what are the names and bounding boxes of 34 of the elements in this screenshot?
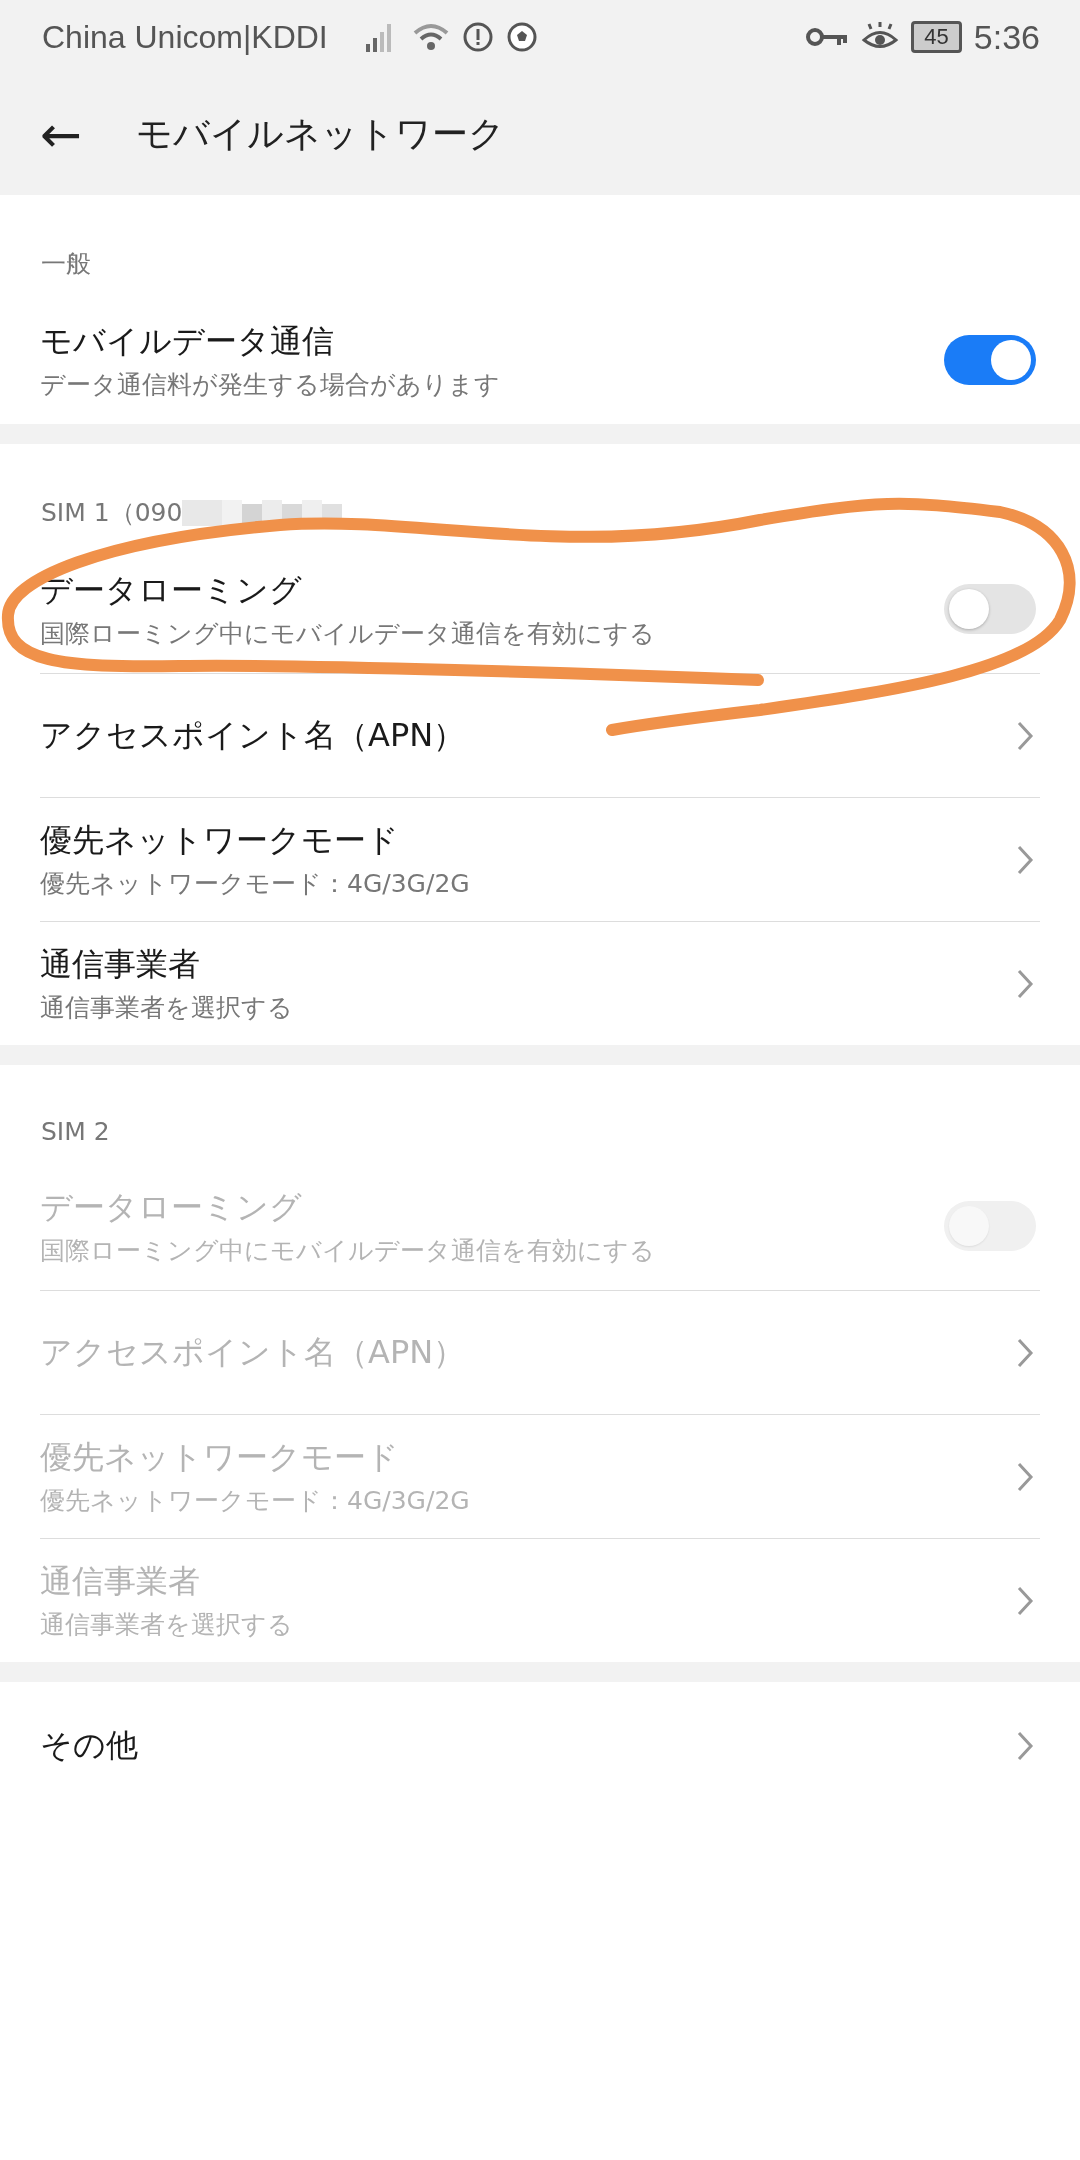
chevron-icon bbox=[1016, 719, 1034, 752]
chevron-icon bbox=[1016, 1460, 1034, 1493]
setting-title[interactable]: 通信事業者 bbox=[40, 943, 1016, 987]
screen-title: モバイルネットワーク bbox=[135, 112, 505, 156]
chevron-icon bbox=[1016, 967, 1034, 1000]
setting-title[interactable]: アクセスポイント名（APN） bbox=[40, 713, 1016, 758]
chevron-icon bbox=[1016, 843, 1034, 876]
toggle-switch[interactable] bbox=[944, 335, 1036, 385]
chevron-icon bbox=[1016, 1730, 1034, 1762]
section-header: SIM 1（090 bbox=[41, 497, 183, 529]
setting-title[interactable]: その他 bbox=[40, 1724, 1016, 1768]
setting-description: 優先ネットワークモード：4G/3G/2G bbox=[40, 868, 471, 900]
chevron-icon bbox=[1016, 1584, 1034, 1617]
back-button[interactable]: ← bbox=[40, 105, 92, 164]
setting-description: 通信事業者を選択する bbox=[40, 1609, 294, 1641]
section-header: SIM 2 bbox=[41, 1117, 110, 1146]
setting-description: 国際ローミング中にモバイルデータ通信を有効にする bbox=[40, 617, 656, 650]
ball-icon bbox=[505, 21, 538, 53]
setting-description: データ通信料が発生する場合があります bbox=[40, 368, 501, 401]
setting-title[interactable]: データローミング bbox=[40, 568, 944, 613]
wifi-icon bbox=[411, 21, 450, 53]
setting-description: 通信事業者を選択する bbox=[40, 992, 294, 1024]
alert-icon bbox=[461, 21, 494, 53]
clock: 5:36 bbox=[973, 17, 1040, 57]
setting-description: 優先ネットワークモード：4G/3G/2G bbox=[40, 1485, 471, 1517]
setting-title[interactable]: モバイルデータ通信 bbox=[40, 319, 944, 364]
setting-title[interactable]: 優先ネットワークモード bbox=[40, 819, 1016, 863]
setting-description: 国際ローミング中にモバイルデータ通信を有効にする bbox=[40, 1234, 656, 1267]
key-icon bbox=[805, 25, 850, 49]
carrier-name: China Unicom|KDDI bbox=[42, 18, 328, 56]
section-header: 一般 bbox=[41, 248, 91, 280]
battery-indicator: 45 bbox=[911, 21, 962, 53]
chevron-icon bbox=[1016, 1336, 1034, 1369]
toggle-switch[interactable] bbox=[944, 584, 1036, 634]
